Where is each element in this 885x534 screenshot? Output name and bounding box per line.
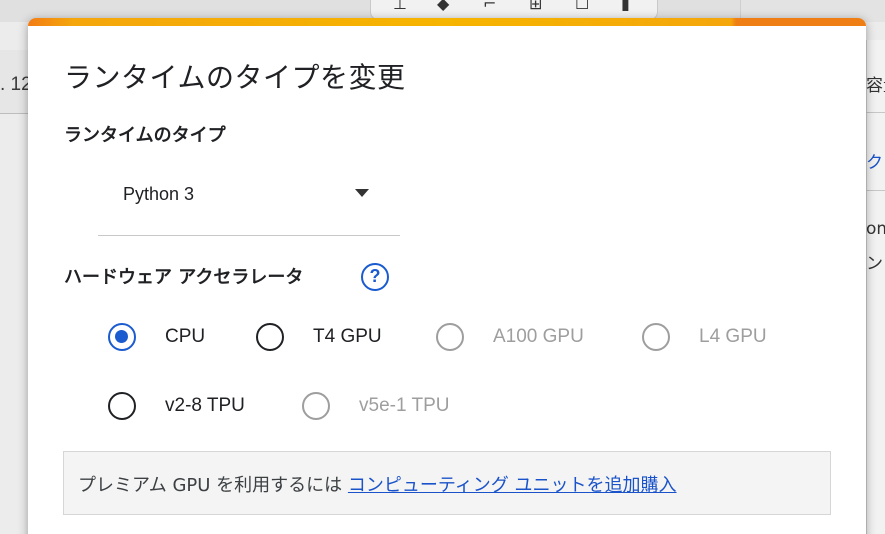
radio-button-icon (302, 392, 330, 420)
radio-label: L4 GPU (699, 326, 767, 347)
dialog-accent-bar (28, 18, 866, 26)
runtime-type-select[interactable]: Python 3 (98, 176, 400, 236)
runtime-type-value: Python 3 (123, 184, 195, 204)
radio-label: T4 GPU (313, 326, 382, 347)
background-toolbar-icon: ⊞ (529, 0, 543, 13)
background-toolbar-icon: ⊥ (393, 0, 407, 13)
dialog-title: ランタイムのタイプを変更 (64, 61, 406, 94)
background-right-text: 容量 (866, 76, 885, 96)
premium-gpu-info-box: プレミアム GPU を利用するには コンピューティング ユニットを追加購入 (63, 451, 831, 515)
radio-button-icon[interactable] (256, 323, 284, 351)
radio-button-icon (642, 323, 670, 351)
background-toolbar-icon: ◆ (437, 0, 450, 13)
premium-gpu-info: プレミアム GPU を利用するには コンピューティング ユニットを追加購入 (78, 471, 677, 497)
radio-label: v2-8 TPU (165, 395, 245, 416)
background-toolbar-strip: ⊥ ◆ ⌐ ⊞ ☐ ▮ (370, 0, 658, 20)
background-toolbar-icon: ☐ (575, 0, 590, 13)
background-left-text: . 12 (0, 74, 32, 95)
buy-compute-units-link[interactable]: コンピューティング ユニットを追加購入 (348, 475, 677, 496)
background-toolbar-icon: ⌐ (483, 0, 497, 13)
background-right-panel (866, 40, 885, 534)
dropdown-caret-icon (355, 189, 369, 197)
background-divider (866, 112, 885, 113)
radio-button-icon (436, 323, 464, 351)
background-toolbar-icon: ▮ (621, 0, 630, 13)
hardware-accelerator-label: ハードウェア アクセラレータ (64, 267, 304, 288)
background-right-text: om (866, 219, 885, 239)
background-right-link: ク (866, 153, 883, 173)
change-runtime-dialog: ランタイムのタイプを変更 ランタイムのタイプ Python 3 ハードウェア ア… (28, 18, 866, 534)
radio-button-icon[interactable] (108, 323, 136, 351)
background-right-text: ン (866, 254, 883, 274)
premium-gpu-info-text: プレミアム GPU を利用するには (78, 475, 348, 496)
background-divider (866, 190, 885, 191)
radio-button-icon[interactable] (108, 392, 136, 420)
help-icon[interactable]: ? (361, 263, 389, 291)
radio-label: CPU (165, 326, 206, 347)
radio-label: A100 GPU (493, 326, 584, 347)
runtime-type-label: ランタイムのタイプ (64, 125, 226, 146)
radio-label: v5e-1 TPU (359, 395, 450, 416)
